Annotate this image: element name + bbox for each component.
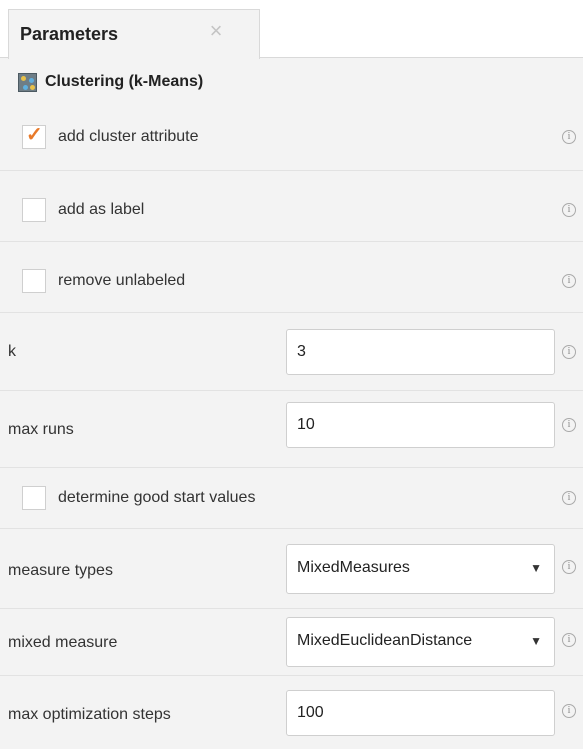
- k-input[interactable]: [286, 329, 555, 375]
- param-row-mixed-measure: mixed measure MixedEuclideanDistance ▼ i: [0, 609, 583, 676]
- measure-types-value: MixedMeasures: [297, 559, 410, 576]
- info-icon[interactable]: i: [562, 345, 576, 359]
- add-as-label-label: add as label: [58, 201, 145, 218]
- info-icon[interactable]: i: [562, 274, 576, 288]
- info-icon[interactable]: i: [562, 560, 576, 574]
- operator-header: Clustering (k-Means): [0, 64, 583, 102]
- param-row-add-as-label: add as label i: [0, 171, 583, 242]
- param-row-max-runs: max runs i: [0, 391, 583, 468]
- max-runs-input[interactable]: [286, 402, 555, 448]
- chevron-down-icon: ▼: [530, 634, 542, 648]
- info-icon[interactable]: i: [562, 130, 576, 144]
- add-as-label-checkbox[interactable]: [22, 198, 46, 222]
- max-runs-label: max runs: [8, 421, 74, 438]
- info-icon[interactable]: i: [562, 418, 576, 432]
- close-icon[interactable]: ×: [205, 20, 227, 42]
- k-label: k: [8, 343, 16, 360]
- checkmark-icon: ✓: [26, 124, 43, 146]
- info-icon[interactable]: i: [562, 633, 576, 647]
- measure-types-dropdown[interactable]: MixedMeasures ▼: [286, 544, 555, 594]
- param-row-add-cluster-attribute: ✓ add cluster attribute i: [0, 103, 583, 171]
- remove-unlabeled-label: remove unlabeled: [58, 272, 186, 289]
- mixed-measure-label: mixed measure: [8, 634, 118, 651]
- add-cluster-attribute-checkbox[interactable]: ✓: [22, 124, 46, 149]
- param-row-measure-types: measure types MixedMeasures ▼ i: [0, 529, 583, 609]
- panel-tab-bar: Parameters ×: [0, 0, 583, 59]
- max-optimization-steps-label: max optimization steps: [8, 706, 171, 723]
- operator-name: Clustering (k-Means): [45, 73, 204, 90]
- tab-parameters[interactable]: Parameters ×: [8, 9, 260, 59]
- add-cluster-attribute-label: add cluster attribute: [58, 128, 199, 145]
- param-row-max-optimization-steps: max optimization steps i: [0, 676, 583, 749]
- mixed-measure-dropdown[interactable]: MixedEuclideanDistance ▼: [286, 617, 555, 667]
- determine-good-start-values-checkbox[interactable]: [22, 486, 46, 510]
- info-icon[interactable]: i: [562, 203, 576, 217]
- remove-unlabeled-checkbox[interactable]: [22, 269, 46, 293]
- max-optimization-steps-input[interactable]: [286, 690, 555, 736]
- info-icon[interactable]: i: [562, 491, 576, 505]
- clustering-icon: [18, 73, 37, 92]
- mixed-measure-value: MixedEuclideanDistance: [297, 632, 473, 649]
- measure-types-label: measure types: [8, 562, 113, 579]
- info-icon[interactable]: i: [562, 704, 576, 718]
- param-row-remove-unlabeled: remove unlabeled i: [0, 242, 583, 313]
- param-row-determine-good-start-values: determine good start values i: [0, 468, 583, 529]
- chevron-down-icon: ▼: [530, 561, 542, 575]
- tab-label: Parameters: [20, 24, 119, 44]
- param-row-k: k i: [0, 313, 583, 391]
- determine-good-start-values-label: determine good start values: [58, 489, 256, 506]
